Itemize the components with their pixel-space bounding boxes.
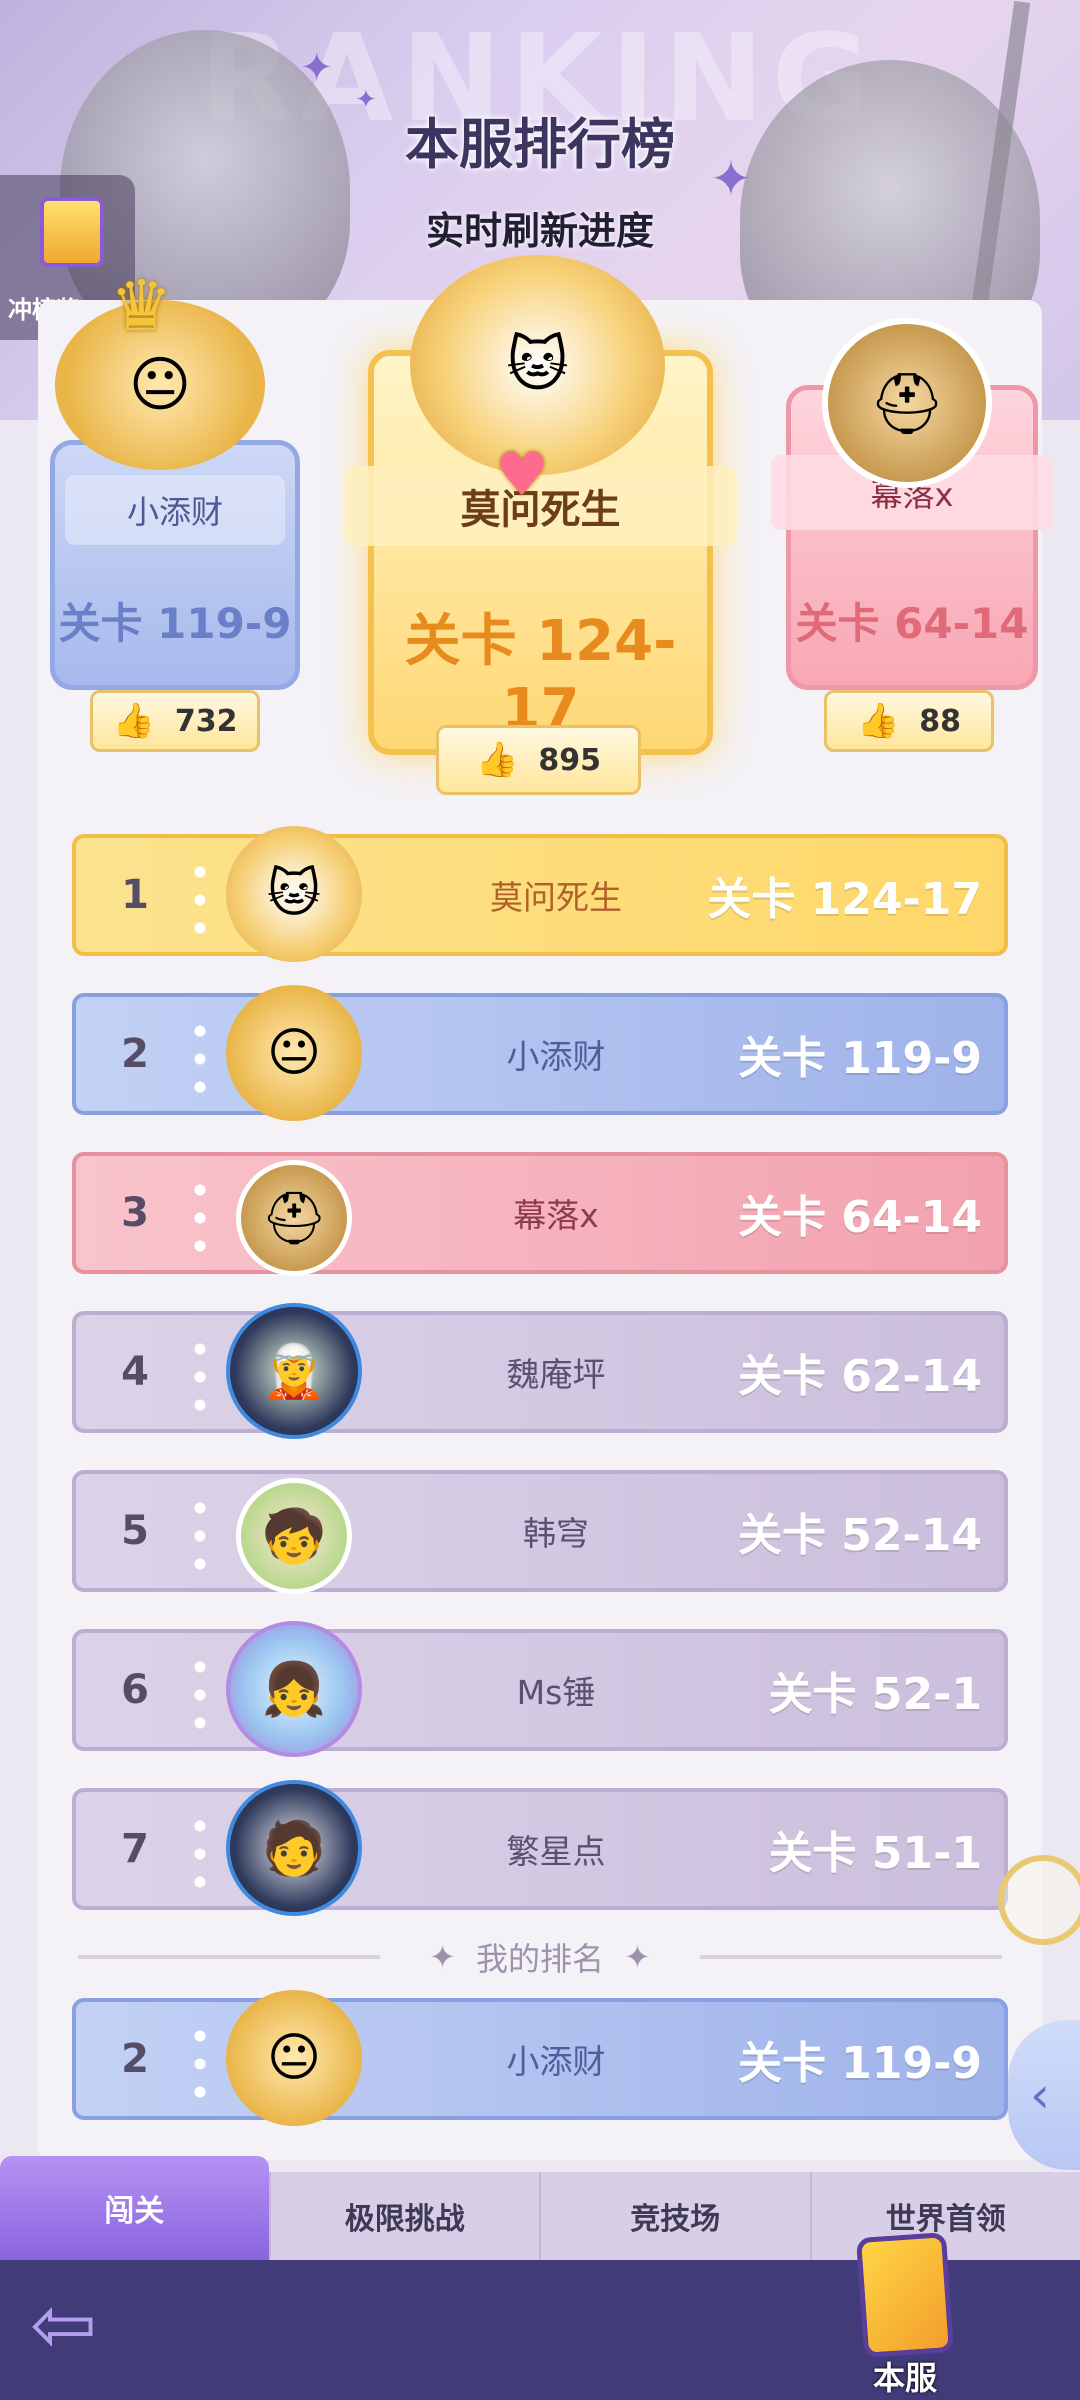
ranking-row-5[interactable]: 5 🧒 韩穹 关卡 52-14 — [72, 1470, 1008, 1594]
podium-third-avatar[interactable]: ⛑ — [822, 318, 992, 488]
row-divider — [194, 1176, 206, 1256]
player-name: 小添财 — [506, 2042, 606, 2081]
rank-number: 2 — [121, 2036, 149, 2082]
avatar-face-icon: 😐 — [128, 350, 192, 420]
row-avatar[interactable]: 👧 — [226, 1621, 362, 1757]
podium-second-like-button[interactable]: 👍 732 — [90, 690, 260, 752]
podium-second-stage: 关卡 119-9 — [58, 599, 292, 648]
ranking-row-6[interactable]: 6 👧 Ms锤 关卡 52-1 — [72, 1621, 1008, 1757]
row-divider — [194, 1335, 206, 1415]
rank-number: 1 — [121, 872, 149, 918]
avatar-face-icon: 🧒 — [261, 1506, 327, 1567]
row-divider — [194, 1494, 206, 1574]
page-subtitle: 实时刷新进度 — [425, 209, 654, 253]
server-label: 本服 — [872, 2359, 937, 2397]
player-name: 繁星点 — [506, 1832, 606, 1871]
player-stage: 关卡 51-1 — [768, 1828, 982, 1879]
avatar-face-icon: 👧 — [261, 1659, 327, 1720]
bottom-bar: ⇦ 本服 — [0, 2232, 1080, 2400]
gift-box-icon — [40, 197, 104, 267]
rank-number: 3 — [121, 1190, 149, 1236]
ranking-row-4[interactable]: 4 🧝 魏庵坪 关卡 62-14 — [72, 1303, 1008, 1439]
row-avatar[interactable]: 🐱 — [226, 826, 362, 962]
player-stage: 关卡 119-9 — [737, 2038, 982, 2089]
podium-third-likes: 88 — [919, 703, 962, 739]
row-avatar[interactable]: 😐 — [226, 985, 362, 1121]
podium-second-likes: 732 — [174, 703, 238, 739]
avatar-face-icon: 😐 — [266, 1023, 322, 1083]
podium-first-like-button[interactable]: 👍 895 — [436, 725, 641, 795]
tab-arena[interactable]: 竞技场 — [539, 2172, 810, 2260]
row-divider — [194, 1017, 206, 1097]
player-stage: 关卡 52-1 — [768, 1669, 982, 1720]
row-avatar[interactable]: 🧒 — [236, 1478, 352, 1594]
player-name: 小添财 — [506, 1037, 606, 1076]
row-avatar[interactable]: 🧝 — [226, 1303, 362, 1439]
row-avatar[interactable]: 🧑 — [226, 1780, 362, 1916]
floating-ring-button[interactable] — [998, 1855, 1080, 1945]
thumbs-up-icon: 👍 — [856, 701, 900, 741]
avatar-helmet-icon: ⛑ — [868, 368, 946, 439]
row-divider — [194, 1812, 206, 1892]
rank-number: 7 — [121, 1826, 149, 1872]
server-cards-icon — [855, 2232, 955, 2358]
rank-number: 2 — [121, 1031, 149, 1077]
avatar-helmet-icon: ⛑ — [260, 1188, 327, 1249]
thumbs-up-icon: 👍 — [476, 740, 519, 780]
back-arrow-icon: ⇦ — [30, 2278, 98, 2371]
podium-first-stage: 关卡 124-17 — [404, 609, 677, 742]
avatar-face-icon: 🐱 — [506, 330, 569, 400]
rank-number: 6 — [121, 1667, 149, 1713]
podium-third-stage: 关卡 64-14 — [795, 599, 1029, 648]
my-rank-label: 我的排名 — [475, 1940, 604, 1978]
diamond-icon: ✦ — [624, 1938, 651, 1976]
row-divider — [194, 1653, 206, 1733]
avatar-face-icon: 🐱 — [266, 864, 322, 924]
my-rank-heading: ✦ 我的排名 ✦ — [380, 1932, 700, 1982]
avatar-face-icon: 😐 — [266, 2028, 322, 2088]
podium-second[interactable]: 小添财 关卡 119-9 — [50, 440, 300, 690]
podium-first-likes: 895 — [538, 742, 601, 778]
player-name: 莫问死生 — [490, 878, 622, 917]
player-stage: 关卡 64-14 — [737, 1192, 982, 1243]
row-avatar[interactable]: ⛑ — [236, 1160, 352, 1276]
podium-third-like-button[interactable]: 👍 88 — [824, 690, 994, 752]
my-ranking-row[interactable]: 2 😐 小添财 关卡 119-9 — [72, 1990, 1008, 2126]
sparkle-icon: ✦ — [300, 45, 334, 91]
player-stage: 关卡 124-17 — [707, 874, 982, 925]
chevron-left-icon: ‹ — [1030, 2066, 1050, 2124]
row-avatar[interactable]: 😐 — [226, 1990, 362, 2126]
back-button[interactable]: ⇦ — [30, 2285, 140, 2365]
crown-icon: ♛ — [110, 265, 173, 347]
player-name: 韩穹 — [523, 1514, 589, 1553]
player-stage: 关卡 52-14 — [737, 1510, 982, 1561]
player-name: 魏庵坪 — [506, 1355, 606, 1394]
page-title: 本服排行榜 — [405, 113, 675, 176]
ranking-row-3[interactable]: 3 ⛑ 幕落x 关卡 64-14 — [72, 1152, 1008, 1276]
player-name: 幕落x — [513, 1196, 599, 1235]
avatar-face-icon: 🧝 — [261, 1341, 327, 1402]
podium-second-name: 小添财 — [65, 475, 285, 545]
player-name: Ms锤 — [516, 1673, 596, 1712]
player-stage: 关卡 119-9 — [737, 1033, 982, 1084]
row-divider — [194, 858, 206, 938]
diamond-icon: ✦ — [429, 1938, 456, 1976]
avatar-face-icon: 🧑 — [261, 1818, 327, 1879]
row-divider — [194, 2022, 206, 2102]
tab-stage[interactable]: 闯关 — [0, 2156, 269, 2260]
ranking-row-1[interactable]: 1 🐱 莫问死生 关卡 124-17 — [72, 826, 1008, 962]
rank-number: 4 — [121, 1349, 149, 1395]
ranking-row-2[interactable]: 2 😐 小添财 关卡 119-9 — [72, 985, 1008, 1121]
tab-extreme-challenge[interactable]: 极限挑战 — [268, 2172, 540, 2260]
player-stage: 关卡 62-14 — [737, 1351, 982, 1402]
ranking-row-7[interactable]: 7 🧑 繁星点 关卡 51-1 — [72, 1780, 1008, 1916]
thumbs-up-icon: 👍 — [112, 701, 155, 741]
rank-number: 5 — [121, 1508, 149, 1554]
heart-icon: ♥ — [495, 440, 549, 510]
server-toggle-button[interactable]: 本服 — [840, 2232, 970, 2400]
